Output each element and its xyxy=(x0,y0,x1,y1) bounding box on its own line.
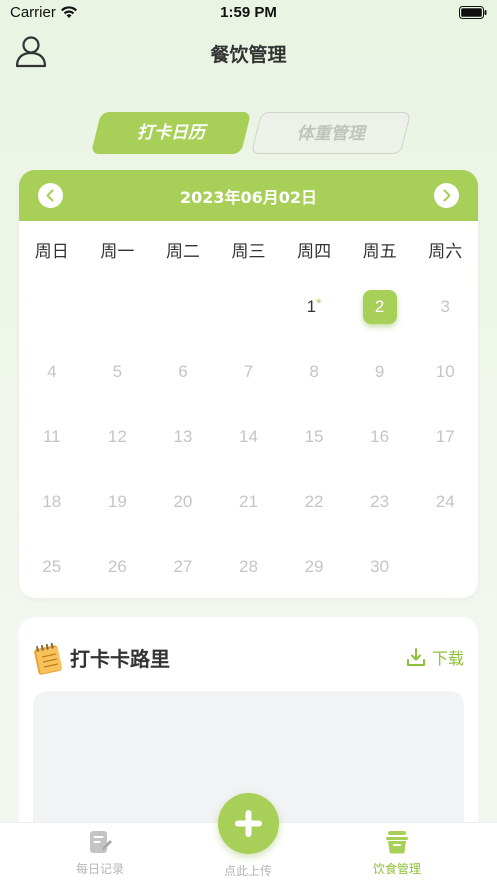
calendar-day[interactable]: 13 xyxy=(150,427,216,447)
calendar-day[interactable]: 10 xyxy=(412,362,478,382)
calendar-day-number: 17 xyxy=(435,427,455,446)
download-label: 下载 xyxy=(431,649,464,668)
tab-weight-management[interactable]: 体重管理 xyxy=(250,112,412,154)
status-bar: Carrier 1:59 PM xyxy=(0,0,497,26)
calendar-day-number: 30 xyxy=(370,557,390,576)
tab-label: 体重管理 xyxy=(296,124,365,144)
calendar-day[interactable]: 21 xyxy=(216,492,282,512)
calendar-day-number: 14 xyxy=(239,427,258,446)
calendar-day[interactable]: 19 xyxy=(84,492,150,512)
calendar-day[interactable]: 17 xyxy=(412,427,478,447)
calendar-day-number: 16 xyxy=(370,427,390,446)
calendar-day-number: 26 xyxy=(107,557,127,576)
calendar-day[interactable]: 27 xyxy=(150,557,216,577)
calendar-day[interactable]: 11 xyxy=(19,427,85,447)
tab-label: 打卡日历 xyxy=(137,123,205,143)
calendar-day-number: 15 xyxy=(304,427,324,446)
weekday-row: 周日 周一 周二 周三 周四 周五 周六 xyxy=(19,221,478,277)
tab-daily-record[interactable]: 每日记录 xyxy=(40,829,160,877)
calendar: 2023年06月02日 周日 周一 周二 周三 周四 周五 周六 1* 2 3 4 5 6… xyxy=(19,170,478,598)
upload-button[interactable] xyxy=(218,793,279,854)
calendar-day-number: 28 xyxy=(239,557,258,576)
calendar-day-number: 9 xyxy=(374,362,385,381)
calendar-day[interactable]: 23 xyxy=(347,492,413,512)
weekday-label: 周一 xyxy=(100,241,135,262)
food-box-icon xyxy=(386,831,408,854)
calendar-day[interactable]: 26 xyxy=(84,557,150,577)
calendar-day-number: 22 xyxy=(304,492,324,511)
calendar-day[interactable]: 9 xyxy=(347,362,413,382)
calendar-day-number: 20 xyxy=(173,492,193,511)
calendar-header: 2023年06月02日 xyxy=(19,170,478,221)
calendar-day[interactable]: 20 xyxy=(150,492,216,512)
calendar-day-number: 7 xyxy=(243,362,254,381)
section-title: 打卡卡路里 xyxy=(70,647,170,671)
calendar-day[interactable]: 12 xyxy=(84,427,150,447)
tab-label: 每日记录 xyxy=(75,862,124,876)
weekday-label: 周三 xyxy=(231,241,266,262)
weekday-label: 周六 xyxy=(428,241,463,262)
calendar-day-number: 18 xyxy=(42,492,62,511)
clock: 1:59 PM xyxy=(220,4,277,21)
calendar-day[interactable]: 24 xyxy=(412,492,478,512)
calendar-day-number: 10 xyxy=(435,362,455,381)
upload-label: 点此上传 xyxy=(223,864,272,878)
calendar-day-number: 23 xyxy=(370,492,390,511)
calendar-day-number: 4 xyxy=(47,362,57,381)
calendar-day[interactable]: 29 xyxy=(281,557,347,577)
calendar-day[interactable]: 22 xyxy=(281,492,347,512)
calendar-day-number: 1 xyxy=(306,297,317,316)
calendar-day-number: 29 xyxy=(304,557,324,576)
calendar-day-number: 13 xyxy=(173,427,193,446)
battery-icon xyxy=(459,6,487,19)
download-button[interactable]: 下载 xyxy=(405,645,464,669)
header: 餐饮管理 xyxy=(0,28,497,76)
calendar-day[interactable]: 14 xyxy=(216,427,282,447)
calendar-day[interactable]: 5 xyxy=(84,362,150,382)
calendar-day[interactable]: 6 xyxy=(150,362,216,382)
calendar-day-number: 3 xyxy=(440,297,450,316)
calendar-day-number: 25 xyxy=(42,557,62,576)
calendar-date-label: 2023年06月02日 xyxy=(179,188,318,207)
calendar-day-number: 27 xyxy=(173,557,193,576)
calendar-day-number: 21 xyxy=(239,492,258,511)
calendar-day[interactable]: 7 xyxy=(216,362,282,382)
calendar-day[interactable]: 30 xyxy=(347,557,413,577)
page-title: 餐饮管理 xyxy=(210,44,287,66)
calendar-day[interactable]: 4 xyxy=(19,362,85,382)
tab-label: 饮食管理 xyxy=(372,862,421,876)
next-month-button[interactable] xyxy=(434,183,459,208)
checkin-star-marker: * xyxy=(316,295,322,311)
notebook-icon xyxy=(34,642,62,675)
note-edit-icon xyxy=(90,831,112,853)
calendar-day[interactable]: 1* xyxy=(281,295,347,317)
calendar-day[interactable]: 15 xyxy=(281,427,347,447)
calendar-day[interactable]: 28 xyxy=(216,557,282,577)
calendar-day-number: 19 xyxy=(107,492,127,511)
calendar-day[interactable]: 25 xyxy=(19,557,85,577)
calendar-day-number: 8 xyxy=(309,362,319,381)
tab-diet-management[interactable]: 饮食管理 xyxy=(337,829,457,877)
calendar-day-number: 12 xyxy=(107,427,127,446)
plus-icon xyxy=(235,810,262,837)
calendar-day[interactable]: 18 xyxy=(19,492,85,512)
calendar-day[interactable]: 8 xyxy=(281,362,347,382)
tab-checkin-calendar[interactable]: 打卡日历 xyxy=(90,112,252,154)
calendar-day-selected[interactable]: 2 xyxy=(362,290,397,324)
weekday-label: 周五 xyxy=(362,241,397,262)
tab-switcher: 打卡日历 体重管理 xyxy=(90,112,412,156)
calendar-day[interactable]: 3 xyxy=(412,297,478,317)
calendar-day-number: 24 xyxy=(435,492,455,511)
chevron-right-icon xyxy=(443,189,451,202)
weekday-label: 周日 xyxy=(34,241,69,262)
download-icon xyxy=(406,648,425,666)
calendar-day-number: 5 xyxy=(112,362,123,381)
calendar-day[interactable]: 16 xyxy=(347,427,413,447)
calendar-day-number: 11 xyxy=(42,427,61,446)
calendar-day-number: 6 xyxy=(178,362,188,381)
weekday-label: 周二 xyxy=(165,241,200,262)
weekday-label: 周四 xyxy=(297,241,332,262)
